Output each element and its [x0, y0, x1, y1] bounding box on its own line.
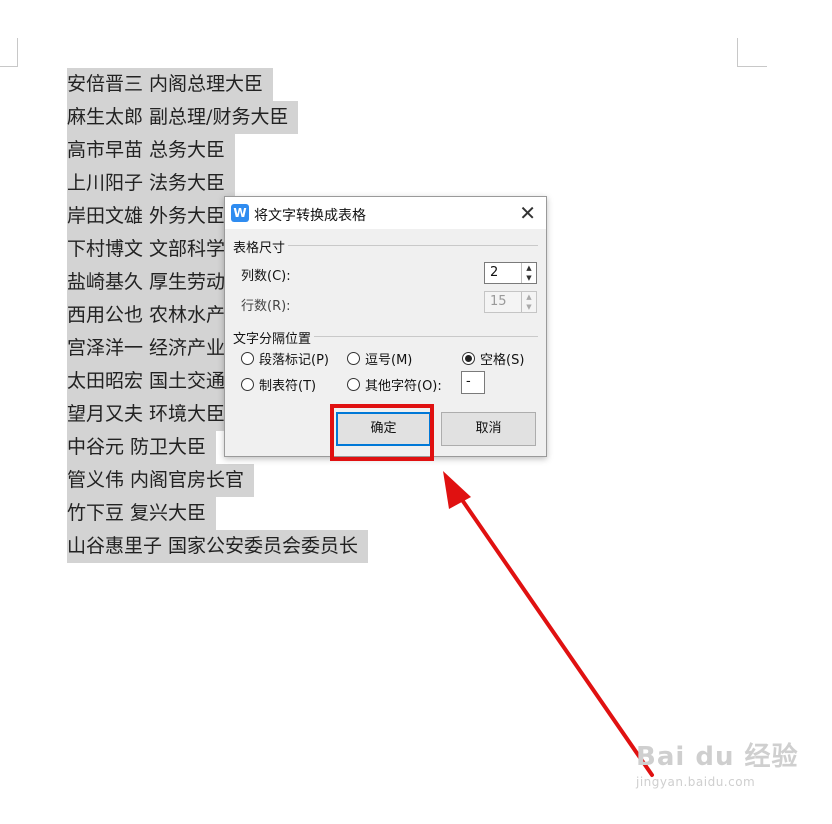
- baidu-watermark: Bai du 经验 jingyan.baidu.com: [636, 736, 799, 789]
- watermark-url: jingyan.baidu.com: [636, 775, 756, 789]
- annotation-arrow-icon: [443, 471, 654, 777]
- watermark-brand: Bai du 经验: [636, 742, 799, 772]
